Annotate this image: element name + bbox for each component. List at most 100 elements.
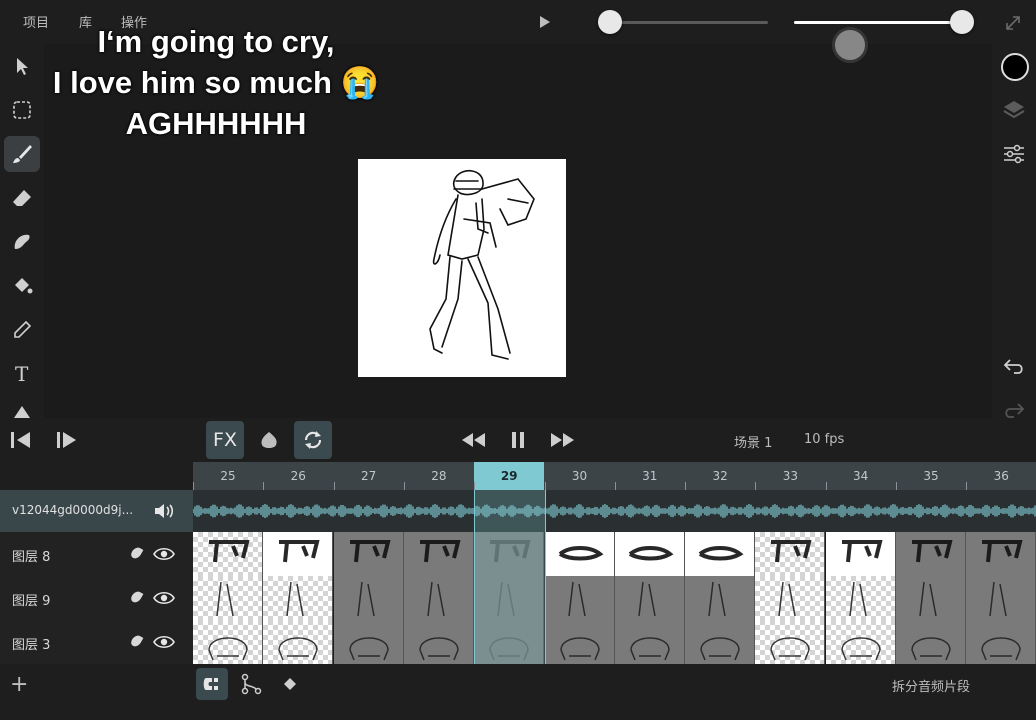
frame-cell[interactable] <box>825 532 896 576</box>
play-icon[interactable] <box>538 15 552 29</box>
frame-cell[interactable] <box>544 532 615 576</box>
undo-icon[interactable] <box>1002 354 1026 378</box>
frame-cell[interactable] <box>685 532 756 576</box>
thumbnail-stroke <box>638 581 656 617</box>
layers-icon[interactable] <box>1002 98 1026 122</box>
keyframe-icon[interactable] <box>282 676 298 692</box>
layer-onion-icon[interactable] <box>129 589 144 605</box>
layer-header[interactable]: 图层 8 <box>0 532 193 576</box>
fill-bucket-icon <box>15 278 33 294</box>
frame-cell[interactable] <box>966 620 1036 664</box>
frame-number[interactable]: 29 <box>474 462 545 490</box>
brush-size-slider[interactable] <box>598 21 768 24</box>
adjustments-icon[interactable] <box>1002 142 1026 166</box>
frame-cell[interactable] <box>755 576 826 620</box>
prev-frame-icon[interactable] <box>8 429 32 451</box>
frame-cell[interactable] <box>544 620 615 664</box>
fx-button[interactable]: FX <box>206 421 244 459</box>
frame-cell[interactable] <box>896 532 966 576</box>
frame-number[interactable]: 32 <box>685 462 755 490</box>
shape-tool[interactable] <box>4 400 40 418</box>
visibility-eye-icon[interactable] <box>153 634 175 650</box>
frame-number[interactable]: 33 <box>755 462 825 490</box>
frame-cell[interactable] <box>755 532 826 576</box>
visibility-eye-icon[interactable] <box>153 590 175 606</box>
thumbnail-stroke <box>427 581 445 617</box>
split-audio-button[interactable]: 拆分音频片段 <box>892 676 970 695</box>
frame-number[interactable]: 35 <box>896 462 966 490</box>
frame-cell[interactable] <box>263 532 334 576</box>
frame-cell[interactable] <box>755 620 826 664</box>
frame-cell[interactable] <box>825 576 896 620</box>
audio-track-header[interactable]: v12044gd0000d9j... <box>0 490 193 532</box>
layer-header[interactable]: 图层 9 <box>0 576 193 620</box>
frame-cell[interactable] <box>403 532 474 576</box>
frame-number[interactable]: 30 <box>545 462 615 490</box>
opacity-knob[interactable] <box>950 10 974 34</box>
frame-cell[interactable] <box>966 532 1036 576</box>
speaker-icon[interactable] <box>153 501 175 521</box>
frame-number[interactable]: 26 <box>263 462 333 490</box>
add-layer-button[interactable]: + <box>10 672 28 697</box>
frame-cell[interactable] <box>896 620 966 664</box>
rewind-icon[interactable] <box>460 430 488 450</box>
frame-cell[interactable] <box>193 576 263 620</box>
frame-cell[interactable] <box>263 576 334 620</box>
frame-ruler[interactable]: 25 26 27 28 29 30 31 32 33 34 35 36 <box>193 462 1036 490</box>
frame-cell[interactable] <box>614 576 685 620</box>
color-swatch[interactable] <box>1001 53 1029 81</box>
layer-onion-icon[interactable] <box>129 633 144 649</box>
next-frame-icon[interactable] <box>54 429 78 451</box>
layer-onion-icon[interactable] <box>129 545 144 561</box>
visibility-eye-icon[interactable] <box>153 546 175 562</box>
frame-cell[interactable] <box>825 620 896 664</box>
onion-skin-button[interactable] <box>250 421 288 459</box>
frame-thumbnail <box>628 546 674 561</box>
drawing-canvas[interactable] <box>358 159 566 377</box>
frame-cell[interactable] <box>544 576 615 620</box>
frame-cell[interactable] <box>474 576 545 620</box>
frame-cell[interactable] <box>333 620 404 664</box>
frame-cell[interactable] <box>685 576 756 620</box>
snap-button[interactable] <box>196 668 228 700</box>
frame-cell[interactable] <box>966 576 1036 620</box>
fill-tool[interactable] <box>4 268 40 304</box>
smudge-tool[interactable] <box>4 224 40 260</box>
frame-cell[interactable] <box>193 532 263 576</box>
brush-tool[interactable] <box>4 136 40 172</box>
frame-thumbnail <box>700 637 740 661</box>
frame-cell[interactable] <box>614 620 685 664</box>
thumbnail-stroke <box>919 581 937 617</box>
frame-number[interactable]: 34 <box>826 462 896 490</box>
fps-label[interactable]: 10 fps <box>804 432 844 447</box>
scene-label[interactable]: 场景 1 <box>734 432 772 451</box>
frame-cell[interactable] <box>474 532 545 576</box>
frame-number[interactable]: 36 <box>966 462 1036 490</box>
fast-forward-icon[interactable] <box>548 430 576 450</box>
frame-thumbnail <box>567 581 586 617</box>
select-tool[interactable] <box>4 48 40 84</box>
marquee-tool[interactable] <box>4 92 40 128</box>
frame-number[interactable]: 28 <box>404 462 474 490</box>
frame-cell[interactable] <box>685 620 756 664</box>
frame-number[interactable]: 31 <box>615 462 685 490</box>
frame-cell[interactable] <box>614 532 685 576</box>
frame-cell[interactable] <box>403 620 474 664</box>
frame-cell[interactable] <box>333 576 404 620</box>
pause-icon[interactable] <box>508 430 528 450</box>
eraser-tool[interactable] <box>4 180 40 216</box>
loop-button[interactable] <box>294 421 332 459</box>
frame-number[interactable]: 27 <box>334 462 404 490</box>
frame-cell[interactable] <box>403 576 474 620</box>
frame-number[interactable]: 25 <box>193 462 263 490</box>
text-tool[interactable]: T <box>4 356 40 392</box>
frame-cell[interactable] <box>193 620 263 664</box>
layer-header[interactable]: 图层 3 <box>0 620 193 664</box>
eyedropper-tool[interactable] <box>4 312 40 348</box>
brush-size-knob[interactable] <box>598 10 622 34</box>
branch-icon[interactable] <box>240 673 262 695</box>
frame-cell[interactable] <box>333 532 404 576</box>
frame-cell[interactable] <box>263 620 334 664</box>
frame-cell[interactable] <box>474 620 545 664</box>
frame-cell[interactable] <box>896 576 966 620</box>
